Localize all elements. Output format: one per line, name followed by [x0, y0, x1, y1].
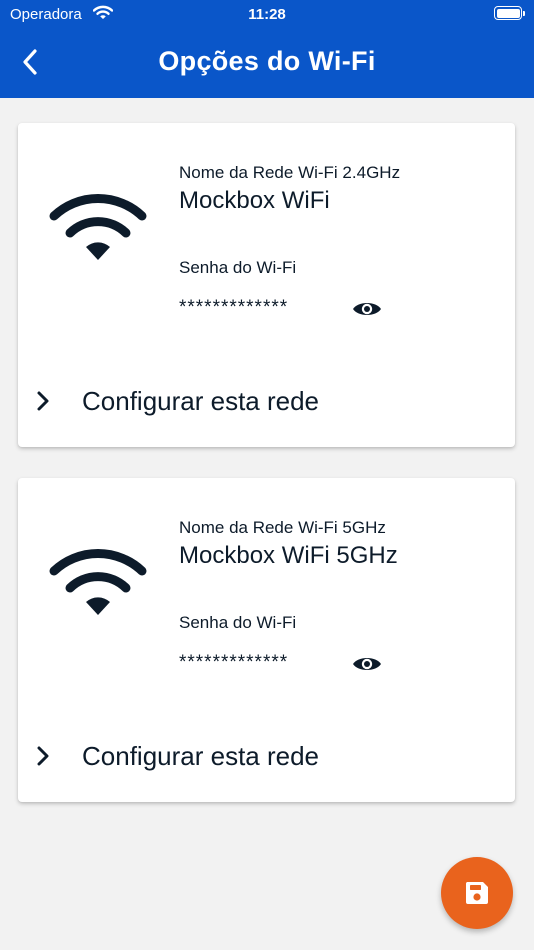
password-value: ************* [179, 652, 289, 673]
eye-icon [353, 658, 381, 670]
eye-icon [353, 303, 381, 315]
save-button[interactable] [441, 857, 513, 929]
wifi-icon [49, 189, 147, 266]
password-label: Senha do Wi-Fi [179, 258, 297, 277]
chevron-right-icon [36, 745, 66, 767]
network-card-5ghz: Nome da Rede Wi-Fi 5GHz Mockbox WiFi 5GH… [18, 478, 515, 802]
show-password-button[interactable] [351, 651, 383, 677]
status-bar: Operadora 11:28 [0, 0, 534, 28]
chevron-right-icon [36, 390, 66, 412]
network-name-label: Nome da Rede Wi-Fi 5GHz [179, 518, 386, 537]
show-password-button[interactable] [351, 296, 383, 322]
configure-network-label: Configurar esta rede [82, 385, 320, 416]
configure-network-button[interactable]: Configurar esta rede [36, 381, 496, 421]
page-title: Opções do Wi-Fi [158, 46, 376, 76]
app-header: Operadora 11:28 Opções do Wi-Fi [0, 0, 534, 98]
network-name-label: Nome da Rede Wi-Fi 2.4GHz [179, 163, 401, 182]
save-icon [465, 882, 488, 904]
password-value: ************* [179, 297, 289, 318]
password-label: Senha do Wi-Fi [179, 613, 297, 632]
status-time: 11:28 [248, 6, 286, 23]
configure-network-button[interactable]: Configurar esta rede [36, 736, 496, 776]
wifi-icon [49, 544, 147, 621]
network-name: Mockbox WiFi [179, 187, 330, 214]
network-card-2-4ghz: Nome da Rede Wi-Fi 2.4GHz Mockbox WiFi S… [18, 123, 515, 447]
battery-icon [494, 6, 525, 20]
configure-network-label: Configurar esta rede [82, 740, 320, 771]
network-name: Mockbox WiFi 5GHz [179, 542, 398, 569]
